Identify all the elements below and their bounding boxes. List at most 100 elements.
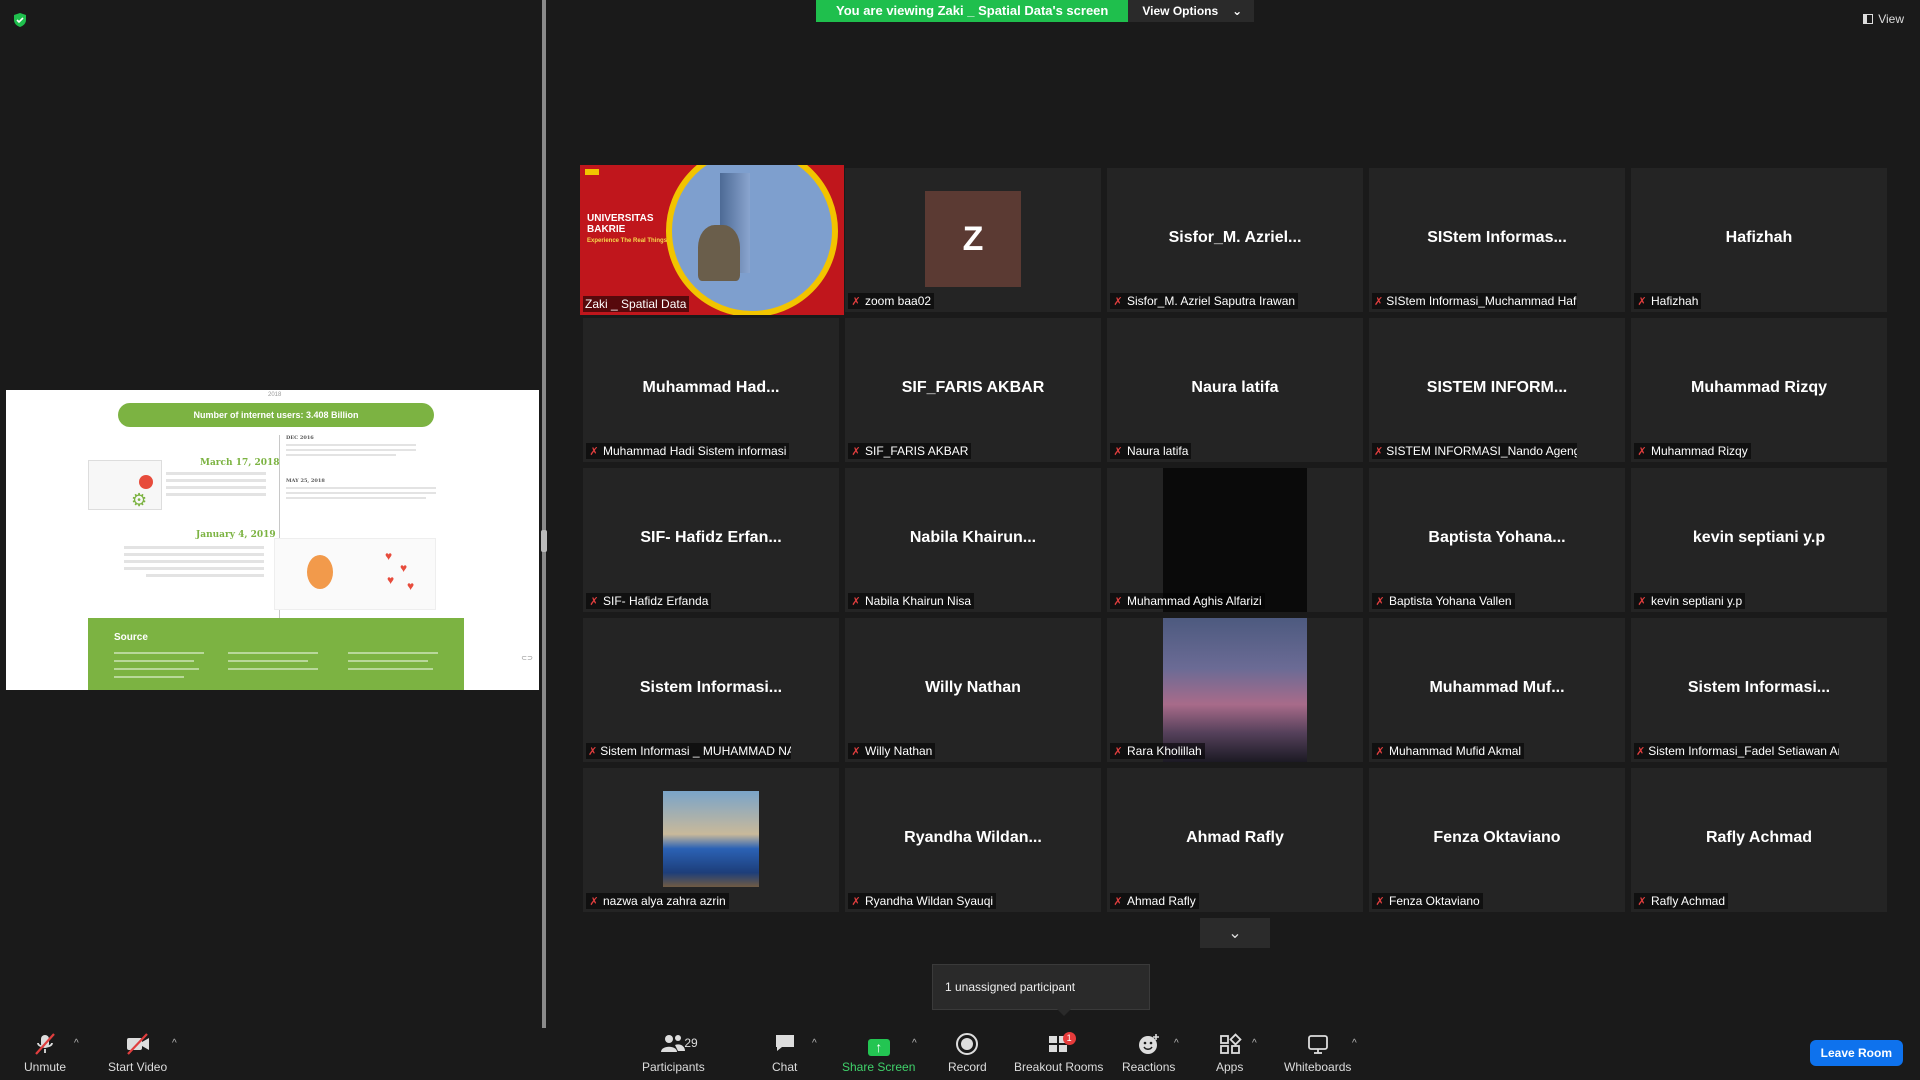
participant-display-name: Sisfor_M. Azriel... bbox=[1168, 229, 1302, 247]
uni-title: UNIVERSITAS BAKRIE bbox=[587, 213, 654, 235]
muted-mic-icon: ✗ bbox=[1113, 445, 1123, 458]
participant-display-name: Sistem Informasi... bbox=[639, 679, 783, 697]
video-options-caret-icon[interactable]: ^ bbox=[172, 1038, 177, 1049]
view-options-button[interactable]: View Options ⌄ bbox=[1128, 0, 1255, 22]
uni-tagline: Experience The Real Things bbox=[587, 238, 668, 244]
source-title: Source bbox=[114, 632, 148, 643]
heart-icon: ♥ bbox=[385, 549, 393, 563]
unassigned-text: 1 unassigned participant bbox=[945, 980, 1076, 994]
share-options-caret-icon[interactable]: ^ bbox=[912, 1038, 917, 1049]
chat-button[interactable]: Chat bbox=[772, 1032, 797, 1074]
participant-tile[interactable]: UNIVERSITAS BAKRIE Experience The Real Thi… bbox=[580, 165, 844, 315]
participant-name-label: ✗ nazwa alya zahra azrin bbox=[586, 893, 729, 909]
participant-tile[interactable]: Nabila Khairun... ✗ Nabila Khairun Nisa bbox=[845, 468, 1101, 612]
participant-tile[interactable]: SISTEM INFORM... ✗ SISTEM INFORMASI_Nando … bbox=[1369, 318, 1625, 462]
muted-mic-icon: ✗ bbox=[851, 745, 861, 758]
participant-tile[interactable]: Muhammad Rizqy ✗ Muhammad Rizqy bbox=[1631, 318, 1887, 462]
slide-date-2: January 4, 2019 bbox=[196, 530, 276, 540]
participant-tile[interactable]: kevin septiani y.p ✗ kevin septiani y.p bbox=[1631, 468, 1887, 612]
gallery-next-page-button[interactable]: ⌄ bbox=[1200, 918, 1270, 948]
participant-tile[interactable]: Rafly Achmad ✗ Rafly Achmad bbox=[1631, 768, 1887, 912]
participant-tile[interactable]: SIF_FARIS AKBAR ✗ SIF_FARIS AKBAR bbox=[845, 318, 1101, 462]
participant-tile[interactable]: ✗ nazwa alya zahra azrin bbox=[583, 768, 839, 912]
pane-divider[interactable] bbox=[542, 0, 546, 1028]
participant-name-label: ✗Sistem Informasi _ MUHAMMAD NAW... bbox=[586, 743, 791, 759]
participant-tile[interactable]: Sisfor_M. Azriel... ✗ Sisfor_M. Azriel Sap… bbox=[1107, 168, 1363, 312]
participant-tile[interactable]: Willy Nathan ✗ Willy Nathan bbox=[845, 618, 1101, 762]
participant-tile[interactable]: Sistem Informasi... ✗ Sistem Informasi_Fad… bbox=[1631, 618, 1887, 762]
participant-display-name: Ahmad Rafly bbox=[1186, 829, 1284, 847]
text-line bbox=[114, 652, 204, 654]
participant-name: Hafizhah bbox=[1651, 294, 1699, 308]
participant-tile[interactable]: Hafizhah ✗ Hafizhah bbox=[1631, 168, 1887, 312]
heart-icon: ♥ bbox=[407, 579, 415, 593]
participant-tile[interactable]: Ahmad Rafly ✗ Ahmad Rafly bbox=[1107, 768, 1363, 912]
view-button[interactable]: View bbox=[1863, 12, 1904, 26]
heart-icon: ♥ bbox=[387, 573, 395, 587]
participant-tile[interactable]: Fenza Oktaviano ✗ Fenza Oktaviano bbox=[1369, 768, 1625, 912]
slide-header: Number of internet users: 3.408 Billion bbox=[118, 403, 434, 427]
slide-side-2: MAY 25, 2018 bbox=[286, 478, 325, 484]
participants-button[interactable]: 29 Participants bbox=[642, 1032, 705, 1074]
record-button[interactable]: Record bbox=[948, 1032, 987, 1074]
chat-options-caret-icon[interactable]: ^ bbox=[812, 1038, 817, 1049]
participant-tile[interactable]: ✗ Muhammad Aghis Alfarizi bbox=[1107, 468, 1363, 612]
security-shield-icon[interactable] bbox=[12, 12, 28, 28]
participant-name: Zaki _ Spatial Data bbox=[585, 297, 687, 311]
muted-mic-icon: ✗ bbox=[1637, 295, 1647, 308]
participant-name: zoom baa02 bbox=[865, 294, 932, 308]
whiteboards-button[interactable]: Whiteboards bbox=[1284, 1032, 1351, 1074]
breakout-rooms-label: Breakout Rooms bbox=[1014, 1060, 1104, 1074]
text-line bbox=[286, 492, 436, 494]
participant-tile[interactable]: SIF- Hafidz Erfan... ✗ SIF- Hafidz Erfanda bbox=[583, 468, 839, 612]
participant-tile[interactable]: Z ✗ zoom baa02 bbox=[845, 168, 1101, 312]
share-screen-button[interactable]: ↑ Share Screen bbox=[842, 1032, 915, 1074]
participant-tile[interactable]: Ryandha Wildan... ✗ Ryandha Wildan Syauqi bbox=[845, 768, 1101, 912]
view-layout-icon bbox=[1863, 14, 1874, 24]
start-video-button[interactable]: Start Video bbox=[108, 1032, 167, 1074]
participant-tile[interactable]: Sistem Informasi... ✗ Sistem Informasi _ M… bbox=[583, 618, 839, 762]
text-line bbox=[124, 553, 264, 556]
participant-tile[interactable]: ✗ Rara Kholillah bbox=[1107, 618, 1363, 762]
university-logo bbox=[585, 169, 599, 175]
heart-icon: ♥ bbox=[400, 561, 408, 575]
meeting-toolbar: Unmute ^ Start Video ^ 29 Participants C… bbox=[0, 1028, 1920, 1080]
participant-tile[interactable]: SIStem Informas... ✗ SIStem Informasi_Much… bbox=[1369, 168, 1625, 312]
audio-options-caret-icon[interactable]: ^ bbox=[74, 1038, 79, 1049]
text-line bbox=[348, 660, 428, 662]
breakout-badge: 1 bbox=[1062, 1032, 1076, 1045]
breakout-rooms-button[interactable]: 1 Breakout Rooms bbox=[1014, 1032, 1103, 1074]
view-label: View bbox=[1878, 12, 1904, 26]
participant-tile[interactable]: Baptista Yohana... ✗ Baptista Yohana Valle… bbox=[1369, 468, 1625, 612]
leave-room-button[interactable]: Leave Room bbox=[1809, 1040, 1903, 1066]
participant-name: Ahmad Rafly bbox=[1127, 894, 1196, 908]
participant-name-label: ✗ Fenza Oktaviano bbox=[1372, 893, 1483, 909]
participant-name-label: ✗ Naura latifa bbox=[1110, 443, 1192, 459]
muted-mic-icon: ✗ bbox=[1375, 745, 1385, 758]
reactions-label: Reactions bbox=[1122, 1060, 1176, 1074]
participant-tile[interactable]: Muhammad Muf... ✗ Muhammad Mufid Akmal bbox=[1369, 618, 1625, 762]
unmute-button[interactable]: Unmute bbox=[24, 1032, 66, 1074]
participant-video: UNIVERSITAS BAKRIE Experience The Real Thi… bbox=[580, 165, 844, 315]
text-line bbox=[286, 487, 436, 489]
apps-options-caret-icon[interactable]: ^ bbox=[1252, 1038, 1257, 1049]
muted-mic-icon: ✗ bbox=[851, 595, 861, 608]
apps-icon bbox=[1218, 1032, 1242, 1060]
profile-photo bbox=[663, 791, 759, 887]
text-line bbox=[124, 567, 264, 570]
participant-tile[interactable]: Muhammad Had... ✗ Muhammad Hadi Sistem inf… bbox=[583, 318, 839, 462]
participant-name-label: ✗ Muhammad Rizqy bbox=[1634, 443, 1751, 459]
text-line bbox=[166, 493, 266, 496]
whiteboards-options-caret-icon[interactable]: ^ bbox=[1352, 1038, 1357, 1049]
video-off-icon bbox=[125, 1032, 151, 1060]
pane-resize-handle[interactable] bbox=[541, 530, 547, 552]
participant-display-name: Muhammad Muf... bbox=[1429, 679, 1565, 697]
muted-mic-icon: ✗ bbox=[1113, 595, 1123, 608]
reactions-options-caret-icon[interactable]: ^ bbox=[1174, 1038, 1179, 1049]
participant-tile[interactable]: Naura latifa ✗ Naura latifa bbox=[1107, 318, 1363, 462]
participant-display-name: Willy Nathan bbox=[925, 679, 1021, 697]
apps-button[interactable]: Apps bbox=[1216, 1032, 1243, 1074]
participant-name-label: ✗ Sisfor_M. Azriel Saputra Irawan bbox=[1110, 293, 1299, 309]
reactions-button[interactable]: Reactions bbox=[1122, 1032, 1175, 1074]
text-line bbox=[348, 652, 438, 654]
